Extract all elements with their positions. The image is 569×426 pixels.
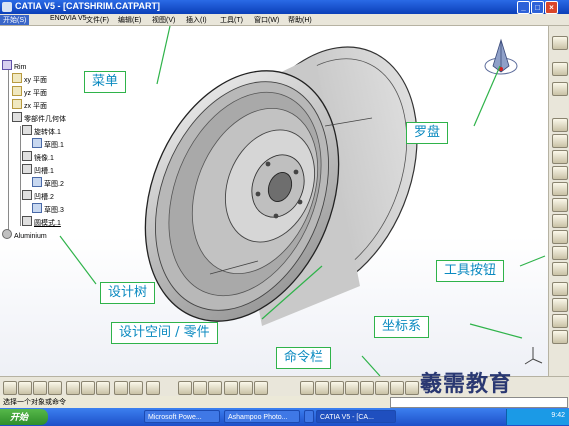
cut-button[interactable]: [66, 381, 80, 395]
undo-button[interactable]: [114, 381, 128, 395]
menu-start[interactable]: 开始(S): [0, 15, 30, 25]
menu-enovia[interactable]: ENOVIA V5: [50, 15, 87, 22]
command-input[interactable]: [390, 397, 568, 408]
apply-material-button[interactable]: [224, 381, 238, 395]
zoom-out-button[interactable]: [375, 381, 389, 395]
catalog-button[interactable]: [193, 381, 207, 395]
menu-tools[interactable]: 工具(T): [220, 15, 243, 25]
fly-mode-button[interactable]: [300, 381, 314, 395]
copy-button[interactable]: [81, 381, 95, 395]
callout-menu: 菜单: [84, 71, 127, 93]
maximize-button[interactable]: □: [531, 1, 544, 14]
hole-tool-button[interactable]: [552, 150, 568, 164]
whats-this-button[interactable]: [146, 381, 160, 395]
thickness-tool-button[interactable]: [552, 262, 568, 276]
select-tool-button[interactable]: [552, 36, 568, 50]
mirror-tool-button[interactable]: [552, 282, 568, 296]
rotate-button[interactable]: [345, 381, 359, 395]
split-tool-button[interactable]: [552, 330, 568, 344]
callout-axis: 坐标系: [374, 316, 430, 338]
pad-tool-button[interactable]: [552, 62, 568, 76]
minimize-button[interactable]: _: [517, 1, 530, 14]
menu-file[interactable]: 文件(F): [86, 15, 109, 25]
shell-tool-button[interactable]: [552, 246, 568, 260]
pattern-tool-button[interactable]: [552, 298, 568, 312]
save-button[interactable]: [33, 381, 47, 395]
iso-view-button[interactable]: [405, 381, 419, 395]
menu-help[interactable]: 帮助(H): [288, 15, 312, 25]
paste-button[interactable]: [96, 381, 110, 395]
system-tray: 9:42: [506, 409, 569, 425]
design-viewport[interactable]: Rim xy 平面 yz 平面 zx 平面 零部件几何体 旋转体.1 草图.1 …: [0, 26, 548, 376]
watermark-logo: 羲需教育: [420, 372, 513, 397]
new-file-button[interactable]: [3, 381, 17, 395]
task-ashampoo[interactable]: Ashampoo Photo...: [224, 410, 300, 423]
close-button[interactable]: ×: [545, 1, 558, 14]
menu-window[interactable]: 窗口(W): [254, 15, 279, 25]
right-toolbar: [548, 26, 569, 376]
menu-edit[interactable]: 编辑(E): [118, 15, 141, 25]
app-icon[interactable]: [2, 2, 12, 12]
chamfer-tool-button[interactable]: [552, 214, 568, 228]
task-blank[interactable]: [304, 410, 314, 423]
redo-button[interactable]: [129, 381, 143, 395]
render-button[interactable]: [239, 381, 253, 395]
print-button[interactable]: [48, 381, 62, 395]
menu-insert[interactable]: 插入(I): [186, 15, 207, 25]
open-file-button[interactable]: [18, 381, 32, 395]
callout-workspace: 设计空间 / 零件: [111, 322, 218, 344]
analysis-button[interactable]: [254, 381, 268, 395]
pocket-tool-button[interactable]: [552, 82, 568, 96]
clock: 9:42: [551, 412, 565, 419]
normal-view-button[interactable]: [390, 381, 404, 395]
callout-design-tree: 设计树: [100, 282, 156, 304]
fillet-tool-button[interactable]: [552, 198, 568, 212]
scale-tool-button[interactable]: [552, 314, 568, 328]
task-catia[interactable]: CATIA V5 - [CA...: [316, 410, 396, 423]
groove-tool-button[interactable]: [552, 134, 568, 148]
pan-button[interactable]: [330, 381, 344, 395]
start-button[interactable]: 开始: [0, 409, 48, 425]
measure-button[interactable]: [208, 381, 222, 395]
slot-tool-button[interactable]: [552, 182, 568, 196]
draft-tool-button[interactable]: [552, 230, 568, 244]
menu-bar: 开始(S) ENOVIA V5 文件(F) 编辑(E) 视图(V) 插入(I) …: [0, 14, 569, 26]
callout-leaders: [59, 26, 546, 376]
task-powerpoint[interactable]: Microsoft Powe...: [144, 410, 220, 423]
status-hint: 选择一个对象或命令: [3, 399, 66, 406]
rib-tool-button[interactable]: [552, 166, 568, 180]
formula-button[interactable]: [178, 381, 192, 395]
fit-all-button[interactable]: [315, 381, 329, 395]
callout-tool-buttons: 工具按钮: [436, 260, 505, 282]
menu-view[interactable]: 视图(V): [152, 15, 175, 25]
windows-taskbar: 开始 Microsoft Powe... Ashampoo Photo... C…: [0, 408, 569, 426]
callout-command-bar: 命令栏: [276, 347, 332, 369]
title-bar: CATIA V5 - [CATSHRIM.CATPART] _ □ ×: [0, 0, 569, 14]
zoom-in-button[interactable]: [360, 381, 374, 395]
window-title: CATIA V5 - [CATSHRIM.CATPART]: [15, 1, 160, 11]
shaft-tool-button[interactable]: [552, 118, 568, 132]
callout-compass: 罗盘: [406, 122, 449, 144]
